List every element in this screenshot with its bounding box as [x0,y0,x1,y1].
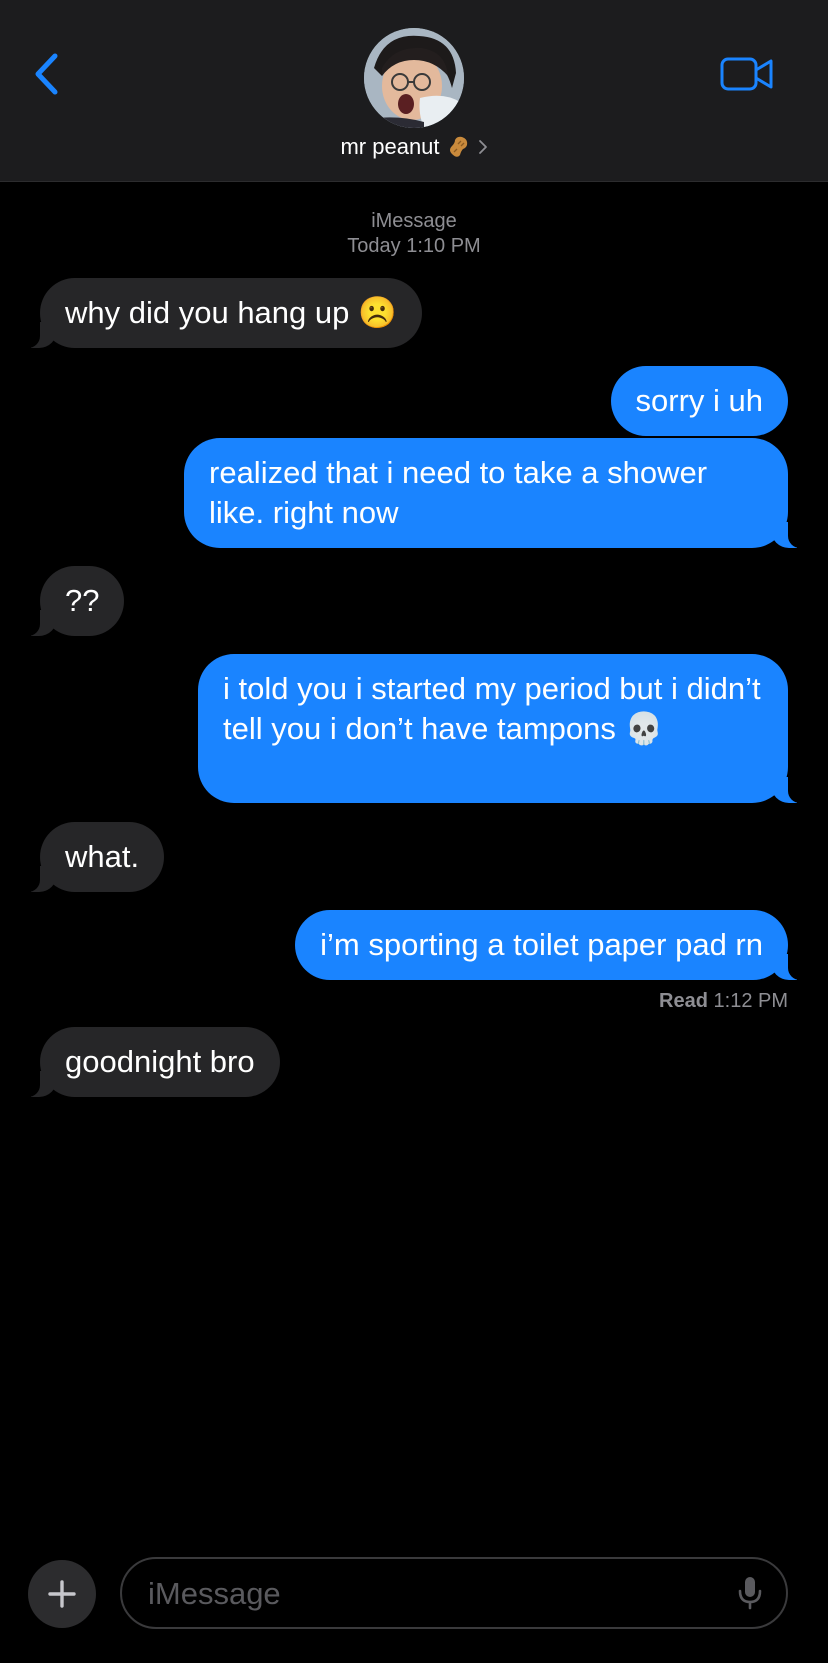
read-label: Read [659,990,708,1012]
contact-name-row[interactable]: mr peanut [0,134,828,160]
contact-avatar[interactable] [364,28,464,128]
avatar-photo [364,28,464,128]
microphone-icon [738,1577,762,1610]
chevron-left-icon [35,53,58,95]
conversation-header: mr peanut [0,0,828,182]
back-button[interactable] [24,46,68,102]
peanut-emoji-icon [449,136,467,157]
message-outgoing[interactable]: realized that i need to take a shower li… [184,438,806,548]
message-input[interactable] [146,1559,710,1629]
message-incoming[interactable]: goodnight bro [22,1027,280,1097]
chevron-right-icon [478,140,487,154]
message-outgoing[interactable]: sorry i uh [610,366,788,436]
conversation-timestamp: Today 1:10 PM [347,235,481,257]
contact-name: mr peanut [340,134,440,159]
read-receipt: Read 1:12 PM [659,990,788,1013]
apps-plus-button[interactable] [28,1560,96,1628]
video-camera-icon [720,57,773,91]
message-incoming[interactable]: why did you hang up ☹️ [22,278,422,348]
facetime-video-button[interactable] [716,52,778,96]
plus-icon [48,1580,76,1608]
message-incoming[interactable]: ?? [21,566,125,636]
read-time: 1:12 PM [713,990,788,1012]
service-label: iMessage [371,210,457,232]
message-outgoing[interactable]: i’m sporting a toilet paper pad rn [295,910,806,980]
message-incoming[interactable]: what. [21,822,165,892]
dictation-button[interactable] [732,1573,768,1613]
message-compose-field[interactable] [120,1557,788,1629]
message-outgoing[interactable]: i told you i started my period but i did… [198,654,806,803]
